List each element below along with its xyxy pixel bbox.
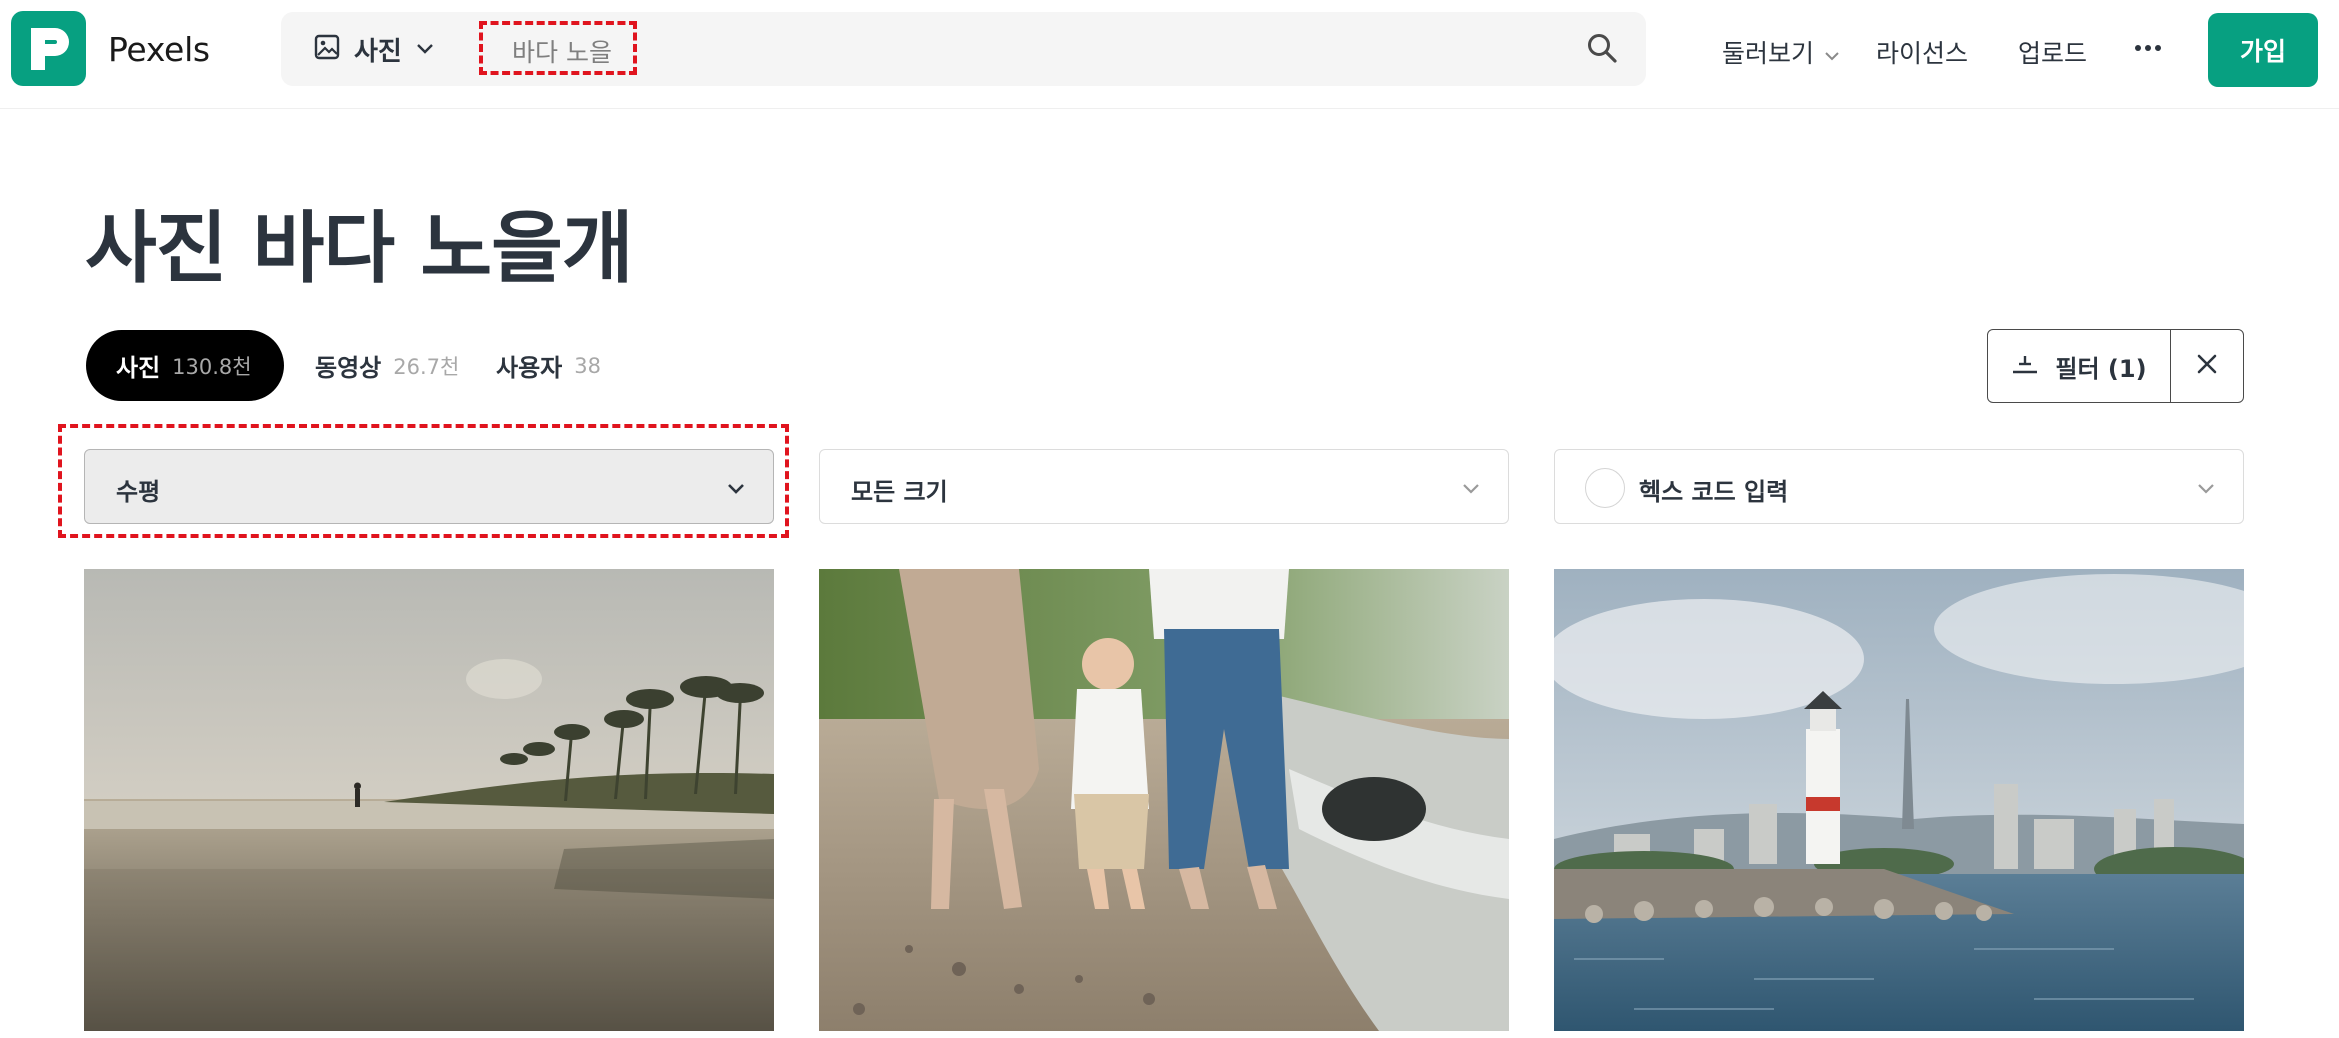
brand-name[interactable]: Pexels <box>108 30 210 69</box>
tab-videos[interactable]: 동영상 26.7천 <box>315 330 459 401</box>
image-icon <box>314 34 340 64</box>
more-icon[interactable] <box>2132 38 2164 62</box>
page-title: 사진 바다 노을개 <box>85 204 634 294</box>
top-navbar: Pexels 사진 둘러보기 <box>0 0 2339 109</box>
tab-users[interactable]: 사용자 38 <box>496 330 601 401</box>
chevron-down-icon <box>1824 38 1840 67</box>
clear-filters-button[interactable] <box>2170 329 2244 403</box>
size-value: 모든 크기 <box>851 478 948 506</box>
tab-photos[interactable]: 사진 130.8천 <box>86 330 284 401</box>
tab-videos-count: 26.7천 <box>393 354 460 379</box>
nav-upload[interactable]: 업로드 <box>2018 34 2087 70</box>
join-button[interactable]: 가입 <box>2208 13 2318 87</box>
search-type-label: 사진 <box>354 36 402 67</box>
close-icon <box>2196 353 2218 379</box>
photo-card[interactable] <box>84 569 774 1031</box>
chevron-down-icon <box>727 480 745 499</box>
filter-button[interactable]: 필터 (1) <box>1987 329 2171 403</box>
search-input[interactable] <box>512 33 1412 69</box>
tab-photos-count: 130.8천 <box>172 354 252 379</box>
size-dropdown[interactable]: 모든 크기 <box>819 449 1509 524</box>
chevron-down-icon <box>2197 480 2215 499</box>
search-type-dropdown[interactable]: 사진 <box>314 30 434 68</box>
nav-explore[interactable]: 둘러보기 <box>1722 34 1840 70</box>
lighthouse-city-photo <box>1554 569 2244 1031</box>
tab-photos-label: 사진 <box>116 354 161 382</box>
pexels-logo-icon[interactable] <box>11 11 86 86</box>
nav-license[interactable]: 라이선스 <box>1876 34 1968 70</box>
orientation-value: 수평 <box>116 478 161 506</box>
photo-card[interactable] <box>1554 569 2244 1031</box>
nav-explore-label: 둘러보기 <box>1722 39 1815 68</box>
color-swatch <box>1585 468 1625 508</box>
beach-sunset-photo <box>84 569 774 1031</box>
color-input-placeholder: 헥스 코드 입력 <box>1639 478 1789 506</box>
color-dropdown[interactable]: 헥스 코드 입력 <box>1554 449 2244 524</box>
photo-card[interactable] <box>819 569 1509 1031</box>
tab-videos-label: 동영상 <box>315 354 382 382</box>
tab-users-count: 38 <box>574 353 601 378</box>
family-beach-photo <box>819 569 1509 1031</box>
orientation-dropdown[interactable]: 수평 <box>84 449 774 524</box>
chevron-down-icon <box>1462 480 1480 499</box>
search-icon[interactable] <box>1586 32 1618 68</box>
search-bar: 사진 <box>281 12 1646 86</box>
filter-icon <box>2011 353 2039 379</box>
filter-button-label: 필터 (1) <box>2055 354 2147 383</box>
tab-users-label: 사용자 <box>496 354 563 382</box>
chevron-down-icon <box>416 40 434 59</box>
